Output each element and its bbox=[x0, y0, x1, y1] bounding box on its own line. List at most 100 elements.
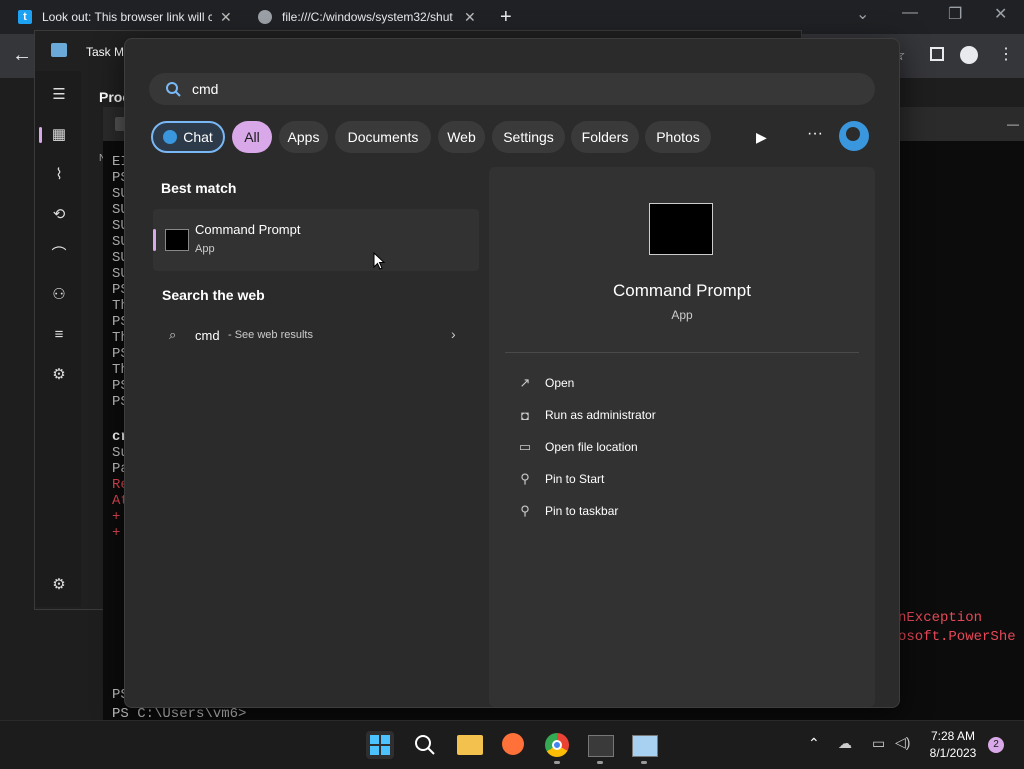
web-result[interactable]: ⌕ cmd - See web results › bbox=[153, 319, 479, 353]
performance-icon[interactable]: ⌇ bbox=[49, 165, 69, 185]
terminal-error-text: nException bbox=[898, 610, 983, 626]
users-icon[interactable]: ⚇ bbox=[49, 285, 69, 305]
profile-icon[interactable] bbox=[960, 46, 978, 64]
divider bbox=[505, 352, 859, 353]
sidebar-icon[interactable] bbox=[930, 47, 944, 61]
command-prompt-icon bbox=[165, 229, 189, 251]
detail-name: Command Prompt bbox=[613, 281, 751, 300]
services-icon[interactable]: ⚙ bbox=[49, 365, 69, 385]
action-open-file-location[interactable]: ▭ Open file location bbox=[517, 437, 638, 457]
minimize-icon[interactable]: — bbox=[902, 4, 918, 22]
network-icon[interactable]: ▭ bbox=[872, 735, 885, 752]
chevron-right-icon: › bbox=[451, 326, 456, 342]
search-web-heading: Search the web bbox=[162, 287, 265, 303]
filter-documents-label: Documents bbox=[347, 129, 419, 145]
filter-folders-label: Folders bbox=[581, 129, 629, 145]
action-open[interactable]: ↗ Open bbox=[517, 373, 575, 393]
pin-icon: ⚲ bbox=[520, 503, 530, 518]
task-manager-logo-icon bbox=[51, 43, 67, 57]
pin-icon: ⚲ bbox=[520, 471, 530, 486]
filter-all-label: All bbox=[244, 129, 260, 145]
action-open-file-location-label: Open file location bbox=[545, 440, 638, 454]
play-icon[interactable]: ▶ bbox=[756, 129, 767, 146]
taskbar: ⌃ ☁ ▭ ◁) 7:28 AM 8/1/2023 2 bbox=[0, 720, 1024, 769]
filter-chat[interactable]: Chat bbox=[151, 121, 225, 153]
filter-documents[interactable]: Documents bbox=[335, 121, 431, 153]
startup-apps-icon[interactable]: ⌒ bbox=[49, 245, 69, 265]
browser-tab-1[interactable]: t Look out: This browser link will c ✕ bbox=[18, 0, 244, 34]
search-box[interactable]: cmd bbox=[149, 73, 875, 105]
clock-time[interactable]: 7:28 AM bbox=[920, 729, 986, 743]
bing-chat-icon bbox=[163, 130, 178, 144]
volume-icon[interactable]: ◁) bbox=[895, 734, 910, 751]
command-prompt-large-icon bbox=[649, 203, 713, 255]
best-match-heading: Best match bbox=[161, 180, 237, 196]
close-icon[interactable]: ✕ bbox=[220, 9, 232, 26]
terminal-error-text: osoft.PowerShe bbox=[898, 629, 1016, 645]
settings-gear-icon[interactable]: ⚙ bbox=[49, 575, 69, 595]
search-input[interactable]: cmd bbox=[192, 81, 218, 97]
terminal-icon[interactable] bbox=[588, 735, 614, 757]
hamburger-icon[interactable]: ☰ bbox=[49, 85, 69, 105]
filter-web[interactable]: Web bbox=[438, 121, 485, 153]
filter-settings-label: Settings bbox=[503, 129, 554, 145]
tumblr-icon: t bbox=[18, 10, 32, 24]
action-run-as-admin[interactable]: ◘ Run as administrator bbox=[517, 405, 656, 425]
filter-all[interactable]: All bbox=[232, 121, 272, 153]
filter-web-label: Web bbox=[447, 129, 476, 145]
search-icon[interactable] bbox=[413, 733, 437, 757]
cloud-icon[interactable]: ☁ bbox=[838, 735, 852, 752]
restore-icon[interactable]: ❐ bbox=[948, 4, 962, 24]
search-icon: ⌕ bbox=[169, 327, 177, 342]
web-query: cmd bbox=[195, 328, 220, 343]
processes-icon[interactable]: ▦ bbox=[49, 125, 69, 145]
result-type: App bbox=[195, 243, 215, 255]
chevron-up-icon[interactable]: ⌃ bbox=[808, 735, 820, 752]
filter-settings[interactable]: Settings bbox=[492, 121, 565, 153]
filter-folders[interactable]: Folders bbox=[571, 121, 639, 153]
action-pin-to-start-label: Pin to Start bbox=[545, 472, 605, 486]
detail-type: App bbox=[671, 308, 693, 322]
best-match-result[interactable]: Command Prompt App bbox=[153, 209, 479, 271]
firefox-icon[interactable] bbox=[502, 733, 524, 755]
more-options-icon[interactable]: ··· bbox=[807, 125, 823, 143]
start-button[interactable] bbox=[366, 731, 394, 759]
running-indicator bbox=[554, 761, 560, 764]
start-menu-search: cmd Chat All Apps Documents Web Settings… bbox=[124, 38, 900, 708]
running-indicator bbox=[597, 761, 603, 764]
action-run-as-admin-label: Run as administrator bbox=[545, 408, 656, 422]
web-suffix: - See web results bbox=[228, 329, 313, 341]
action-pin-to-taskbar-label: Pin to taskbar bbox=[545, 504, 619, 518]
close-window-icon[interactable]: ✕ bbox=[994, 4, 1007, 24]
filter-chat-label: Chat bbox=[183, 129, 213, 145]
globe-icon bbox=[258, 10, 272, 24]
result-name: Command Prompt bbox=[195, 222, 301, 237]
minimize-icon[interactable]: — bbox=[1007, 117, 1019, 131]
detail-pane: Command Prompt App ↗ Open ◘ Run as adminis… bbox=[489, 167, 875, 707]
action-pin-to-start[interactable]: ⚲ Pin to Start bbox=[517, 469, 604, 489]
menu-dots-icon[interactable]: ⋮ bbox=[998, 44, 1014, 64]
mouse-cursor-icon bbox=[373, 252, 385, 270]
filter-apps[interactable]: Apps bbox=[279, 121, 328, 153]
browser-tab-2[interactable]: file:///C:/windows/system32/shut ✕ bbox=[258, 0, 484, 34]
notification-badge[interactable]: 2 bbox=[988, 737, 1004, 753]
nav-selected-indicator bbox=[39, 127, 42, 143]
app-history-icon[interactable]: ⟲ bbox=[49, 205, 69, 225]
filter-apps-label: Apps bbox=[287, 129, 320, 145]
details-icon[interactable]: ≡ bbox=[49, 325, 69, 345]
close-icon[interactable]: ✕ bbox=[464, 9, 476, 26]
browser-tab-2-title: file:///C:/windows/system32/shut bbox=[282, 10, 453, 24]
clock-date[interactable]: 8/1/2023 bbox=[920, 746, 986, 760]
running-indicator bbox=[641, 761, 647, 764]
chevron-down-icon[interactable]: ⌄ bbox=[856, 4, 869, 24]
file-explorer-icon[interactable] bbox=[457, 735, 483, 755]
task-manager-icon[interactable] bbox=[632, 735, 658, 757]
filter-photos-label: Photos bbox=[656, 129, 700, 145]
back-arrow-icon[interactable]: ← bbox=[12, 44, 32, 67]
chrome-icon[interactable] bbox=[545, 733, 569, 757]
folder-icon: ▭ bbox=[518, 439, 532, 454]
bing-icon[interactable] bbox=[839, 121, 869, 151]
action-pin-to-taskbar[interactable]: ⚲ Pin to taskbar bbox=[517, 501, 618, 521]
new-tab-icon[interactable]: + bbox=[500, 6, 512, 29]
filter-photos[interactable]: Photos bbox=[645, 121, 711, 153]
